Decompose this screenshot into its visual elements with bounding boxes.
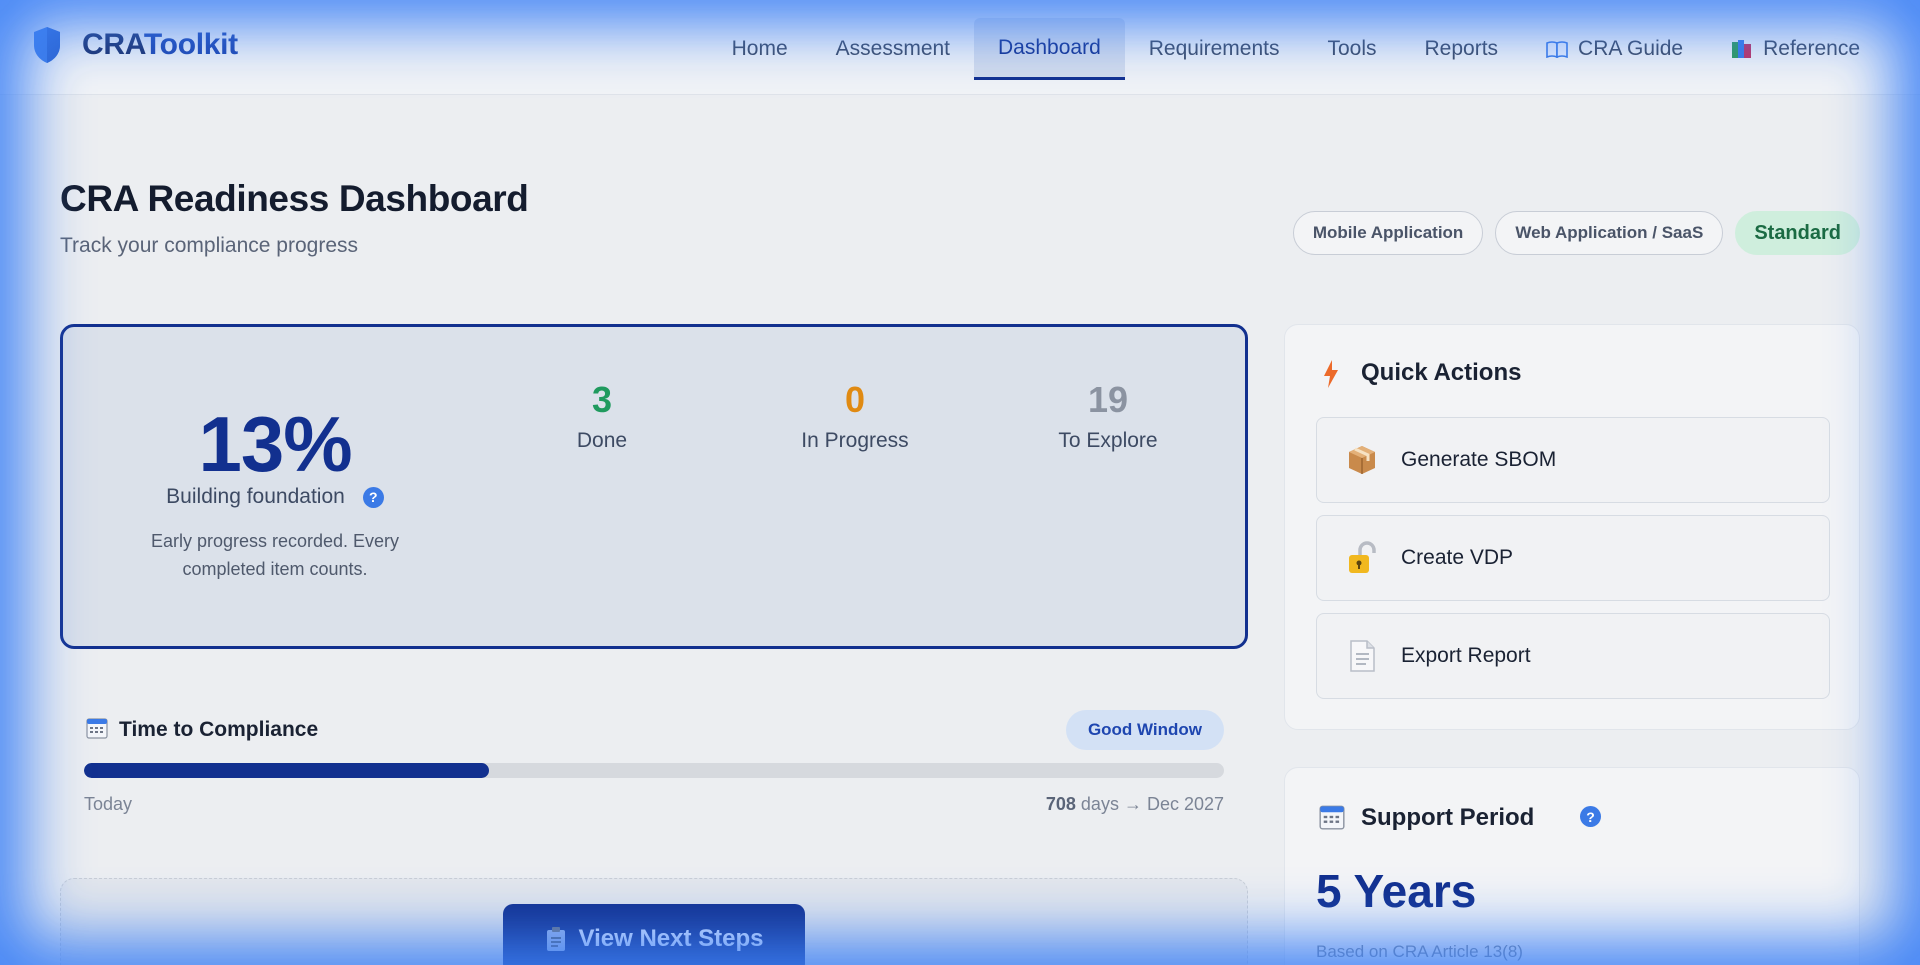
lock-icon <box>1349 541 1376 573</box>
nav-assessment[interactable]: Assessment <box>812 18 974 80</box>
top-nav: CRAToolkit Home Assessment Dashboard Req… <box>0 0 1920 95</box>
create-vdp-button[interactable]: Create VDP <box>1316 515 1830 601</box>
readiness-percent: 13% <box>198 400 352 488</box>
support-period-title: Support Period <box>1361 804 1535 831</box>
tier-badge: Standard <box>1735 211 1860 255</box>
stat-done: 3 Done <box>576 379 628 452</box>
page-subtitle: Track your compliance progress <box>60 234 358 257</box>
view-next-steps-button[interactable]: View Next Steps <box>503 904 805 965</box>
readiness-label: Building foundation? <box>63 485 487 509</box>
page-title: CRA Readiness Dashboard <box>60 178 529 219</box>
quick-actions-title: Quick Actions <box>1361 359 1522 386</box>
generate-sbom-button[interactable]: Generate SBOM <box>1316 417 1830 503</box>
timeline-end-label: 708 days → Dec 2027 <box>1045 794 1224 814</box>
timeline-start-label: Today <box>84 794 133 814</box>
lightning-icon <box>1324 360 1338 388</box>
readiness-card: 13% Building foundation? Early progress … <box>60 324 1248 649</box>
time-to-compliance-title: Time to Compliance <box>119 718 319 741</box>
window-status-badge: Good Window <box>1066 710 1224 750</box>
nav-tools[interactable]: Tools <box>1303 18 1400 80</box>
nav-reference[interactable]: Reference <box>1707 18 1884 80</box>
chip-mobile-application: Mobile Application <box>1292 211 1484 255</box>
document-icon <box>1350 640 1375 672</box>
stat-in-progress: 0 In Progress <box>801 379 909 452</box>
shield-icon <box>34 27 60 63</box>
quick-actions-card: Quick Actions Generate SBOM Create VDP E… <box>1284 324 1860 730</box>
compliance-progress-fill <box>84 763 489 778</box>
support-period-card: Support Period ? 5 Years Based on CRA Ar… <box>1284 767 1860 965</box>
help-icon[interactable]: ? <box>362 486 384 508</box>
nav-reports[interactable]: Reports <box>1401 18 1523 80</box>
chip-web-application: Web Application / SaaS <box>1495 211 1724 255</box>
readiness-description: Early progress recorded. Every completed… <box>150 531 400 579</box>
books-icon <box>1732 40 1752 58</box>
nav-cra-guide[interactable]: CRA Guide <box>1522 18 1707 80</box>
nav-home[interactable]: Home <box>708 18 812 80</box>
export-report-button[interactable]: Export Report <box>1316 613 1830 699</box>
open-book-icon <box>1546 41 1568 58</box>
support-period-value: 5 Years <box>1316 865 1477 917</box>
calendar-icon <box>86 718 108 739</box>
package-icon <box>1349 446 1375 474</box>
product-chips: Mobile Application Web Application / Saa… <box>1292 211 1860 255</box>
stat-to-explore: 19 To Explore <box>1058 379 1158 452</box>
brand-name: CRAToolkit <box>82 28 238 61</box>
help-icon[interactable]: ? <box>1580 806 1601 827</box>
calendar-icon <box>1319 805 1345 830</box>
nav-requirements[interactable]: Requirements <box>1125 18 1304 80</box>
nav-dashboard[interactable]: Dashboard <box>974 18 1125 80</box>
support-period-note: Based on CRA Article 13(8) <box>1316 942 1523 961</box>
compliance-progress-bar <box>84 763 1224 778</box>
brand-logo[interactable]: CRAToolkit <box>32 25 238 65</box>
clipboard-icon <box>546 927 565 951</box>
